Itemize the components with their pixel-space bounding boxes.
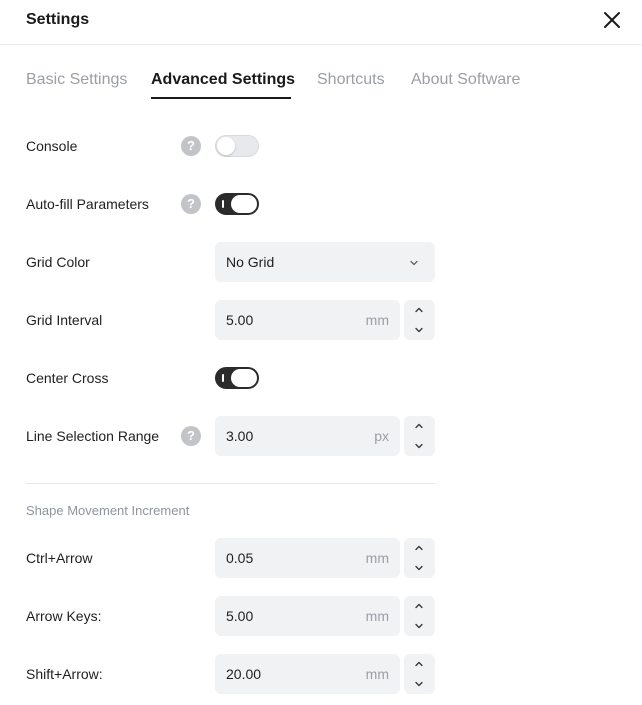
decrement-button[interactable] <box>404 616 435 636</box>
arrow-keys-input[interactable]: 5.00 mm <box>215 596 400 636</box>
chevron-down-icon <box>415 681 423 687</box>
chevron-down-icon <box>415 443 423 449</box>
grid-interval-input[interactable]: 5.00 mm <box>215 300 400 340</box>
arrow-keys-label: Arrow Keys: <box>26 608 102 624</box>
unit-label: mm <box>365 608 389 624</box>
chevron-down-icon <box>408 256 420 268</box>
dialog-title: Settings <box>26 11 90 28</box>
toggle-on-mark <box>222 374 224 382</box>
increment-button[interactable] <box>404 654 435 674</box>
toggle-on-mark <box>222 200 224 208</box>
arrow-keys-value: 5.00 <box>226 608 254 624</box>
toggle-knob <box>231 369 257 387</box>
chevron-up-icon <box>415 603 423 609</box>
chevron-up-icon <box>415 423 423 429</box>
ctrl-arrow-stepper <box>404 538 435 578</box>
increment-button[interactable] <box>404 300 435 320</box>
help-icon[interactable]: ? <box>181 136 201 156</box>
line-selection-stepper <box>404 416 435 456</box>
chevron-up-icon <box>415 661 423 667</box>
unit-label: mm <box>365 312 389 328</box>
tab-shortcuts[interactable]: Shortcuts <box>317 70 385 90</box>
toggle-knob <box>217 137 235 155</box>
shift-arrow-input[interactable]: 20.00 mm <box>215 654 400 694</box>
ctrl-arrow-label: Ctrl+Arrow <box>26 550 93 566</box>
autofill-label: Auto-fill Parameters <box>26 196 149 212</box>
close-icon[interactable] <box>600 8 624 32</box>
dialog-header: Settings <box>0 0 642 45</box>
increment-button[interactable] <box>404 416 435 436</box>
chevron-down-icon <box>415 327 423 333</box>
decrement-button[interactable] <box>404 558 435 578</box>
chevron-up-icon <box>415 545 423 551</box>
center-cross-toggle[interactable] <box>215 367 259 389</box>
tab-about-software[interactable]: About Software <box>411 70 520 90</box>
toggle-knob <box>231 195 257 213</box>
section-title: Shape Movement Increment <box>26 503 190 518</box>
arrow-keys-stepper <box>404 596 435 636</box>
center-cross-label: Center Cross <box>26 370 109 386</box>
help-icon[interactable]: ? <box>181 194 201 214</box>
increment-button[interactable] <box>404 538 435 558</box>
help-icon[interactable]: ? <box>181 426 201 446</box>
increment-button[interactable] <box>404 596 435 616</box>
section-divider <box>26 483 435 484</box>
ctrl-arrow-input[interactable]: 0.05 mm <box>215 538 400 578</box>
decrement-button[interactable] <box>404 436 435 456</box>
decrement-button[interactable] <box>404 674 435 694</box>
shift-arrow-label: Shift+Arrow: <box>26 666 103 682</box>
unit-label: mm <box>365 550 389 566</box>
chevron-down-icon <box>415 623 423 629</box>
shift-arrow-stepper <box>404 654 435 694</box>
active-tab-indicator <box>151 97 291 99</box>
grid-interval-stepper <box>404 300 435 340</box>
line-selection-input[interactable]: 3.00 px <box>215 416 400 456</box>
line-selection-label: Line Selection Range <box>26 428 160 444</box>
line-selection-value: 3.00 <box>226 428 254 444</box>
grid-color-label: Grid Color <box>26 254 90 270</box>
console-toggle[interactable] <box>215 135 259 157</box>
grid-interval-label: Grid Interval <box>26 312 103 328</box>
console-label: Console <box>26 138 78 154</box>
ctrl-arrow-value: 0.05 <box>226 550 254 566</box>
chevron-up-icon <box>415 307 423 313</box>
autofill-toggle[interactable] <box>215 193 259 215</box>
decrement-button[interactable] <box>404 320 435 340</box>
grid-interval-value: 5.00 <box>226 312 254 328</box>
grid-color-value: No Grid <box>226 254 275 270</box>
grid-color-select[interactable]: No Grid <box>215 242 435 282</box>
chevron-down-icon <box>415 565 423 571</box>
shift-arrow-value: 20.00 <box>226 666 262 682</box>
unit-label: mm <box>365 666 389 682</box>
tab-advanced-settings[interactable]: Advanced Settings <box>151 70 295 90</box>
unit-label: px <box>374 428 389 444</box>
tab-basic-settings[interactable]: Basic Settings <box>26 70 127 90</box>
